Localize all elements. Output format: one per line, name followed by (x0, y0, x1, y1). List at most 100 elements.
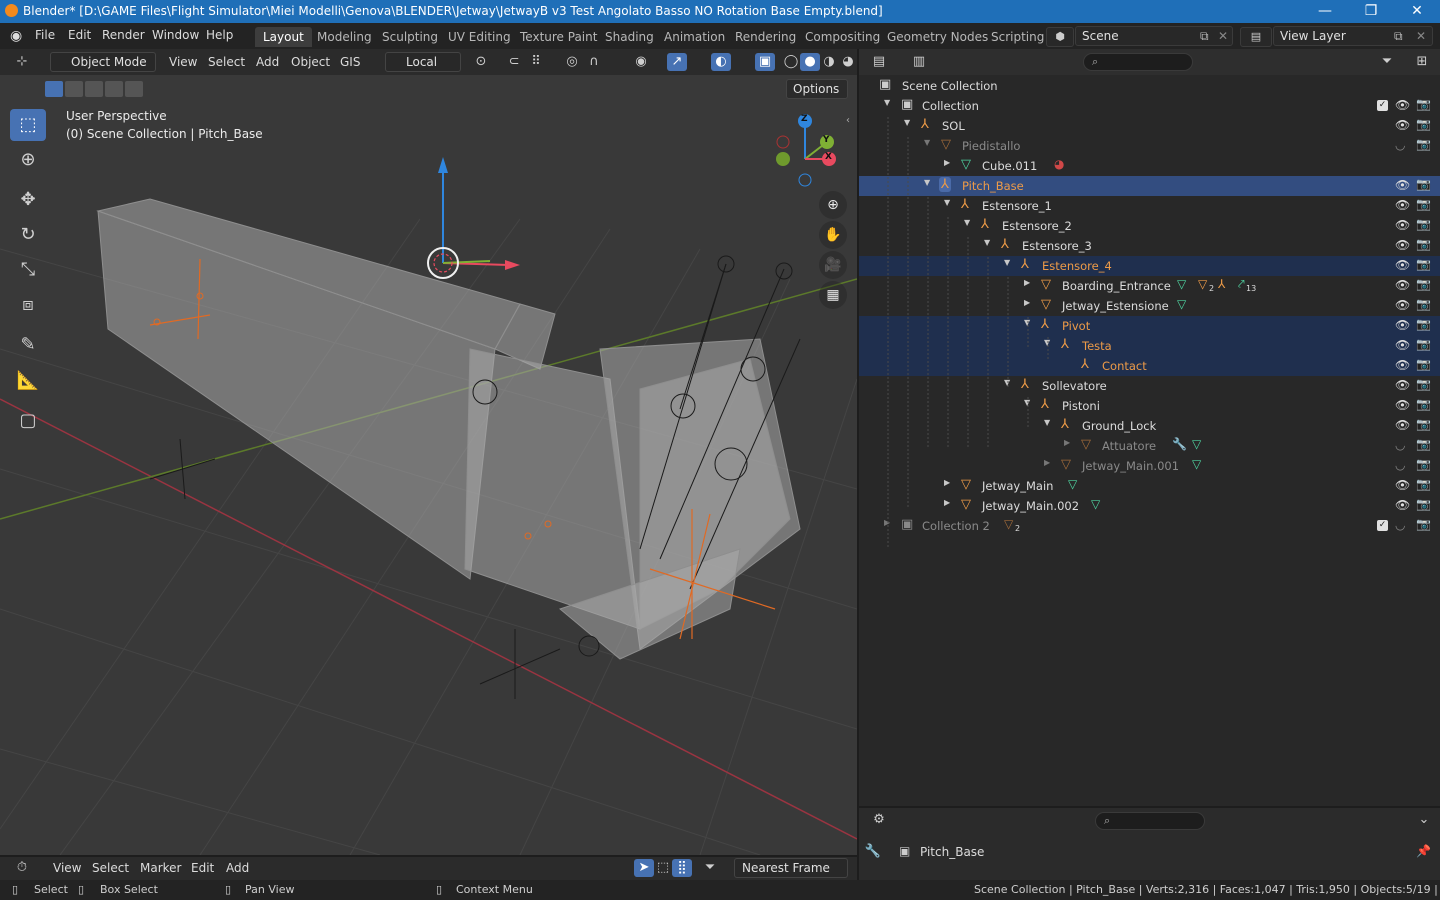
menu-window[interactable]: Window (152, 28, 199, 42)
timeline-menu-select[interactable]: Select (92, 861, 129, 875)
overlays-toggle-icon[interactable]: ◐ (711, 53, 731, 71)
view-layer-field[interactable]: View Layer ⧉ ✕ (1273, 26, 1433, 46)
visibility-eye-icon[interactable]: 👁 (1395, 178, 1410, 192)
render-camera-icon[interactable]: 📷 (1416, 217, 1431, 231)
visibility-eye-icon[interactable]: 👁 (1395, 298, 1410, 312)
render-camera-icon[interactable]: 📷 (1416, 397, 1431, 411)
render-camera-icon[interactable]: 📷 (1416, 317, 1431, 331)
render-camera-icon[interactable]: 📷 (1416, 257, 1431, 271)
visibility-eye-icon[interactable]: 👁 (1395, 98, 1410, 112)
menu-edit[interactable]: Edit (68, 28, 91, 42)
render-camera-icon[interactable]: 📷 (1416, 357, 1431, 371)
render-camera-icon[interactable]: 📷 (1416, 137, 1431, 151)
tool-tab-icon[interactable]: 🔧 (863, 844, 883, 864)
render-camera-icon[interactable]: 📷 (1416, 517, 1431, 531)
visibility-icon[interactable]: ◉ (631, 53, 651, 71)
view-layer-selector-icon[interactable]: ▤ (1240, 27, 1272, 47)
select-invert-icon[interactable] (105, 81, 123, 97)
viewport-menu-select[interactable]: Select (208, 55, 245, 69)
gizmo-toggle-icon[interactable]: ↗ (667, 53, 687, 71)
timeline-menu-marker[interactable]: Marker (140, 861, 181, 875)
perspective-toggle-icon[interactable]: ▦ (819, 281, 847, 309)
viewport-scene[interactable] (0, 49, 857, 855)
render-camera-icon[interactable]: 📷 (1416, 377, 1431, 391)
duplicate-icon[interactable]: ⧉ (1394, 27, 1403, 45)
tab-sculpting[interactable]: Sculpting (374, 27, 446, 47)
visibility-eye-icon[interactable]: 👁 (1395, 198, 1410, 212)
select-subtract-icon[interactable] (85, 81, 103, 97)
gizmo-label-y[interactable]: Y (823, 135, 830, 145)
tab-shading[interactable]: Shading (597, 27, 662, 47)
tab-animation[interactable]: Animation (656, 27, 733, 47)
pin-icon[interactable]: 📌 (1416, 844, 1431, 858)
mesh-data-icon[interactable]: ▽ (1177, 277, 1186, 291)
maximize-button[interactable]: ❐ (1348, 0, 1394, 23)
keying-dropdown[interactable]: Nearest Frame (734, 858, 848, 878)
tab-compositing[interactable]: Compositing (797, 27, 888, 47)
filter-icon[interactable]: ⏷ (700, 859, 720, 877)
move-tool-icon[interactable]: ✥ (10, 184, 46, 216)
outliner-row-scene-collection[interactable]: ▣ Scene Collection (859, 76, 1440, 96)
transform-orientation-dropdown[interactable]: Local (385, 52, 461, 72)
render-camera-icon[interactable]: 📷 (1416, 97, 1431, 111)
rendered-shading-icon[interactable]: ◕ (838, 53, 857, 71)
viewport-menu-object[interactable]: Object (291, 55, 330, 69)
render-camera-icon[interactable]: 📷 (1416, 497, 1431, 511)
annotate-tool-icon[interactable]: ✎ (10, 329, 46, 361)
editor-type-icon[interactable]: ▤ (869, 53, 889, 71)
visibility-eye-icon[interactable]: 👁 (1395, 498, 1410, 512)
filter-icon[interactable]: ⏷ (1377, 53, 1397, 71)
mesh-data-icon[interactable]: ▽ (1177, 297, 1186, 311)
visibility-eye-icon[interactable]: 👁 (1395, 238, 1410, 252)
expand-arrow-icon[interactable]: ▼ (884, 98, 890, 107)
render-camera-icon[interactable]: 📷 (1416, 237, 1431, 251)
options-dropdown[interactable]: Options (786, 79, 848, 99)
xray-toggle-icon[interactable]: ▣ (755, 53, 775, 71)
render-camera-icon[interactable]: 📷 (1416, 337, 1431, 351)
editor-type-icon[interactable]: ⏱ (12, 859, 32, 877)
exclude-checkbox[interactable]: ✓ (1377, 520, 1388, 531)
zoom-icon[interactable]: ⊕ (819, 191, 847, 219)
mesh-data-icon[interactable]: ▽ (1192, 457, 1201, 471)
select-cursor-icon[interactable]: ➤ (634, 859, 654, 877)
sidebar-toggle-icon[interactable]: ‹ (846, 115, 850, 126)
menu-help[interactable]: Help (206, 28, 233, 42)
snap-icon[interactable]: ⊂ (504, 53, 524, 71)
hidden-eye-icon[interactable]: ◡ (1395, 438, 1405, 452)
close-button[interactable]: ✕ (1394, 0, 1440, 23)
visibility-eye-icon[interactable]: 👁 (1395, 118, 1410, 132)
close-icon[interactable]: ✕ (1218, 27, 1228, 45)
visibility-eye-icon[interactable]: 👁 (1395, 218, 1410, 232)
menu-render[interactable]: Render (102, 28, 145, 42)
pan-hand-icon[interactable]: ✋ (819, 221, 847, 249)
visibility-eye-icon[interactable]: 👁 (1395, 278, 1410, 292)
visibility-eye-icon[interactable]: 👁 (1395, 378, 1410, 392)
measure-tool-icon[interactable]: 📐 (10, 365, 46, 397)
timeline-menu-view[interactable]: View (53, 861, 81, 875)
scene-selector-icon[interactable]: ⬢ (1046, 27, 1074, 47)
render-camera-icon[interactable]: 📷 (1416, 177, 1431, 191)
minimize-button[interactable]: — (1302, 0, 1348, 23)
camera-view-icon[interactable]: 🎥 (819, 251, 847, 279)
add-cube-tool-icon[interactable]: ▢ (10, 405, 46, 437)
gizmo-label-x[interactable]: X (825, 152, 832, 162)
scene-name-field[interactable]: Scene ⧉ ✕ (1075, 26, 1233, 46)
tab-texture-paint[interactable]: Texture Paint (512, 27, 605, 47)
visibility-eye-icon[interactable]: 👁 (1395, 398, 1410, 412)
mesh-data-icon[interactable]: ▽ (1192, 437, 1201, 451)
render-camera-icon[interactable]: 📷 (1416, 477, 1431, 491)
tab-scripting[interactable]: Scripting (983, 27, 1052, 47)
tab-rendering[interactable]: Rendering (727, 27, 804, 47)
visibility-eye-icon[interactable]: 👁 (1395, 338, 1410, 352)
visibility-eye-icon[interactable]: 👁 (1395, 318, 1410, 332)
viewport-menu-view[interactable]: View (169, 55, 197, 69)
close-icon[interactable]: ✕ (1416, 27, 1426, 45)
transform-tool-icon[interactable]: ⧈ (10, 289, 46, 321)
scale-tool-icon[interactable]: ⤡ (10, 254, 46, 286)
solid-shading-icon[interactable]: ● (800, 53, 820, 71)
viewport-menu-add[interactable]: Add (256, 55, 279, 69)
child-empty-icon[interactable]: ⅄ (1218, 277, 1225, 291)
tab-modeling[interactable]: Modeling (309, 27, 380, 47)
visibility-eye-icon[interactable]: 👁 (1395, 358, 1410, 372)
mode-dropdown[interactable]: Object Mode (50, 52, 156, 72)
